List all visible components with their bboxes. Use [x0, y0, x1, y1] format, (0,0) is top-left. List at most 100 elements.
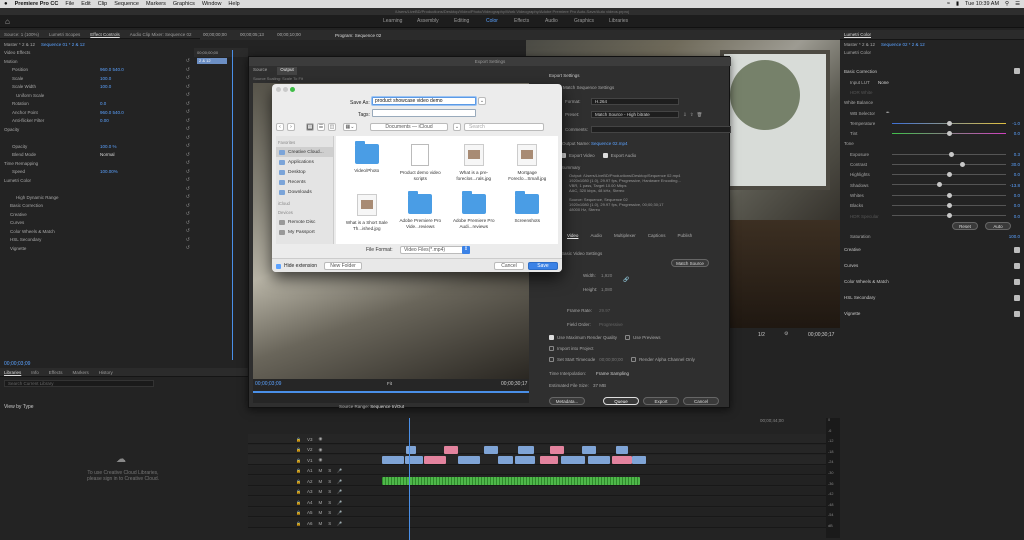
lumetri-tab[interactable]: Lumetri Color	[844, 32, 871, 37]
time-interp-select[interactable]: Frame Sampling	[593, 370, 673, 377]
track-lock-icon[interactable]: 🔒	[296, 458, 301, 463]
effect-row[interactable]: Opacity ↺	[0, 125, 194, 134]
location-select[interactable]: Documents — iCloud	[370, 123, 448, 131]
library-search-input[interactable]: Search Current Library	[4, 380, 154, 387]
lumetri-slider-handle[interactable]	[960, 161, 966, 167]
sidebar-item-favorite[interactable]: Creative Cloud...	[276, 147, 333, 157]
tab-libraries[interactable]: Libraries	[4, 370, 21, 375]
lumetri-section-checkbox[interactable]	[1014, 246, 1020, 253]
use-previews-checkbox[interactable]	[625, 335, 631, 340]
preset-select[interactable]: Match Source - High bitrate	[591, 111, 679, 118]
track-mute-button[interactable]: M	[319, 489, 323, 494]
reset-parameter-icon[interactable]: ↺	[186, 92, 190, 98]
eyedropper-icon[interactable]: ✒	[886, 110, 890, 116]
save-button[interactable]: Save	[528, 262, 558, 270]
lumetri-slider-handle[interactable]	[946, 192, 952, 198]
lumetri-section[interactable]: Curves	[840, 258, 1024, 274]
list-view-button[interactable]: ☰	[317, 123, 325, 131]
tab-history[interactable]: History	[99, 370, 113, 375]
effect-row-value[interactable]: Normal	[100, 152, 115, 157]
workspace-audio[interactable]: Audio	[545, 18, 558, 24]
track-mute-button[interactable]: M	[319, 510, 323, 515]
track-mute-button[interactable]: M	[319, 521, 323, 526]
video-clip[interactable]	[484, 445, 498, 454]
wifi-icon[interactable]: ≈	[947, 1, 950, 7]
group-button[interactable]: ▦⌄	[343, 123, 357, 131]
tab-source[interactable]: Source: 1 (100%)	[4, 32, 39, 37]
track-lock-icon[interactable]: 🔒	[296, 521, 301, 526]
effect-playhead[interactable]	[232, 50, 233, 360]
track-name[interactable]: V3	[307, 437, 313, 442]
apple-icon[interactable]: ●	[4, 1, 8, 7]
menu-help[interactable]: Help	[228, 1, 239, 7]
video-clip[interactable]	[382, 456, 404, 464]
lumetri-section[interactable]: Color Wheels & Match	[840, 274, 1024, 290]
video-clip[interactable]	[515, 456, 535, 464]
search-icon[interactable]: ⚲	[1005, 1, 1009, 7]
frame-rate-value[interactable]: 29.97	[599, 308, 610, 313]
reset-parameter-icon[interactable]: ↺	[186, 75, 190, 81]
lumetri-slider-value[interactable]: 0.0	[1014, 131, 1020, 136]
metadata-button[interactable]: Metadata...	[549, 397, 585, 405]
tab-effects[interactable]: Effects	[49, 370, 63, 375]
cancel-export-button[interactable]: Cancel	[683, 397, 719, 405]
tone-heading[interactable]: Tone	[844, 141, 854, 146]
track-name[interactable]: A1	[307, 468, 313, 473]
reset-parameter-icon[interactable]: ↺	[186, 118, 190, 124]
lumetri-slider-track[interactable]	[892, 184, 1006, 186]
track-solo-button[interactable]: S	[328, 479, 331, 484]
workspace-effects[interactable]: Effects	[514, 18, 529, 24]
menu-file[interactable]: File	[65, 1, 74, 7]
track-lock-icon[interactable]: 🔒	[296, 437, 301, 442]
effect-row-value[interactable]: 100.0	[100, 76, 111, 81]
lumetri-fx-dropdown[interactable]: Lumetri Color	[844, 50, 871, 55]
track-name[interactable]: A4	[307, 500, 313, 505]
video-clip[interactable]	[632, 456, 646, 464]
menu-clip[interactable]: Clip	[98, 1, 107, 7]
sequence-clip-label[interactable]: Sequence 01 * 2 & 12	[41, 42, 85, 47]
lumetri-section[interactable]: Creative	[840, 242, 1024, 258]
video-clip[interactable]	[582, 445, 596, 454]
effect-row[interactable]: Vignette ↺	[0, 244, 194, 253]
comments-input[interactable]	[591, 126, 731, 133]
workspace-editing[interactable]: Editing	[454, 18, 469, 24]
basic-correction-heading[interactable]: Basic Correction	[844, 69, 877, 74]
microphone-icon[interactable]: 🎤	[337, 489, 342, 494]
tab-markers[interactable]: Markers	[72, 370, 88, 375]
reset-parameter-icon[interactable]: ↺	[186, 67, 190, 73]
tab-export-output[interactable]: Output	[277, 67, 297, 75]
lumetri-slider-value[interactable]: 30.0	[1011, 162, 1020, 167]
subtab-video[interactable]: Video	[567, 233, 578, 238]
lumetri-section-checkbox[interactable]	[1014, 294, 1020, 301]
lumetri-slider-handle[interactable]	[946, 130, 952, 136]
track-solo-button[interactable]: S	[328, 489, 331, 494]
render-alpha-checkbox[interactable]	[631, 357, 637, 362]
basic-correction-checkbox[interactable]	[1014, 68, 1020, 74]
effect-row-value[interactable]: 0.00	[100, 118, 109, 123]
effect-row[interactable]: Uniform Scale ↺	[0, 91, 194, 100]
export-range-bar[interactable]	[253, 391, 529, 393]
menu-window[interactable]: Window	[202, 1, 222, 7]
icon-view-button[interactable]: ▦	[306, 123, 314, 131]
wrench-icon[interactable]: ⚙	[784, 331, 788, 337]
file-item[interactable]: What is a Short Sale Th...ished.jpg	[340, 190, 394, 240]
reset-parameter-icon[interactable]: ↺	[186, 58, 190, 64]
file-format-select[interactable]: Video Files(*.mp4)	[400, 246, 470, 254]
effect-row[interactable]: Basic Correction ↺	[0, 202, 194, 211]
lumetri-section-checkbox[interactable]	[1014, 278, 1020, 285]
file-item[interactable]: Mortgage Foreclo...Small.jpg	[501, 140, 555, 190]
effect-row[interactable]: Position 960.0 540.0 ↺	[0, 66, 194, 75]
menu-edit[interactable]: Edit	[81, 1, 90, 7]
effect-row[interactable]: Speed 100.00% ↺	[0, 168, 194, 177]
file-item[interactable]: Adobe Premiere Pro Vide...reviews	[394, 190, 448, 240]
lumetri-section-checkbox[interactable]	[1014, 310, 1020, 317]
export-fit-select[interactable]: Fit	[387, 381, 392, 386]
video-clip[interactable]	[498, 456, 513, 464]
lumetri-section[interactable]: HSL Secondary	[840, 290, 1024, 306]
workspace-libraries[interactable]: Libraries	[609, 18, 628, 24]
track-eye-icon[interactable]: ◉	[319, 436, 323, 442]
reset-parameter-icon[interactable]: ↺	[186, 135, 190, 141]
expand-dialog-button[interactable]: ⌄	[478, 97, 486, 105]
workspace-graphics[interactable]: Graphics	[574, 18, 594, 24]
video-clip[interactable]	[424, 456, 446, 464]
